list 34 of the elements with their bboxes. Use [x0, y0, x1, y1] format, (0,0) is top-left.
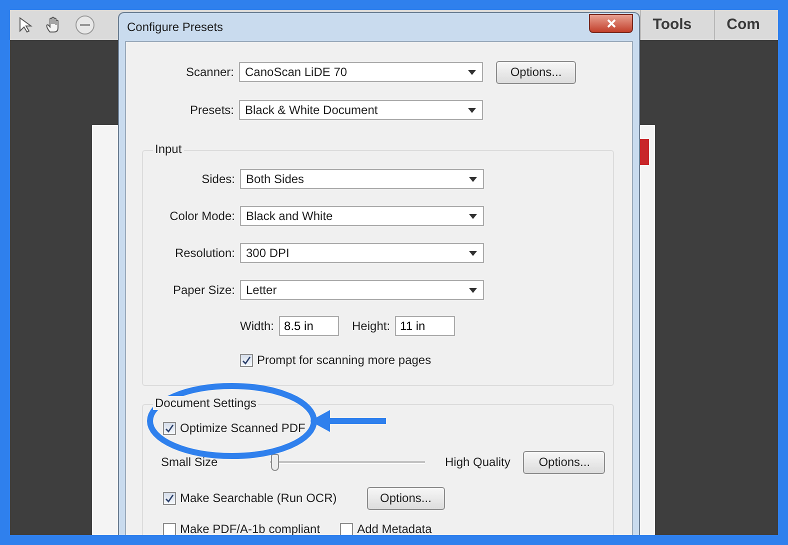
close-icon: [606, 18, 616, 28]
height-field[interactable]: 11 in: [395, 316, 456, 336]
checkbox[interactable]: [163, 522, 176, 535]
dropdown-caret-icon: [469, 250, 477, 256]
checkbox[interactable]: [340, 522, 354, 535]
dropdown-caret-icon: [469, 288, 477, 292]
dropdown[interactable]: 300 DPI: [240, 243, 484, 263]
dropdown-caret-icon: [469, 214, 477, 218]
options-button[interactable]: Options...: [496, 60, 576, 84]
slider-thumb[interactable]: [271, 454, 280, 470]
dropdown[interactable]: Black and White: [240, 206, 484, 226]
scanner-dropdown[interactable]: CanoScan LiDE 70: [239, 62, 483, 82]
dropdown-caret-icon: [468, 70, 476, 74]
group-title: Document Settings: [153, 396, 258, 410]
group-title: Input: [153, 142, 184, 156]
options-button[interactable]: Options...: [523, 450, 606, 474]
checkbox[interactable]: [163, 492, 176, 504]
checkbox[interactable]: [240, 354, 253, 366]
close-button[interactable]: [589, 14, 633, 32]
dropdown-caret-icon: [468, 108, 476, 112]
ocr-checkbox[interactable]: Make Searchable (Run OCR): [163, 491, 337, 505]
quality-slider[interactable]: [268, 454, 427, 470]
prompt-checkbox[interactable]: Prompt for scanning more pages: [240, 353, 432, 367]
presets-dropdown[interactable]: Black & White Document: [239, 100, 483, 120]
options-button[interactable]: Options...: [366, 486, 445, 510]
dropdown[interactable]: Letter: [240, 280, 484, 300]
optimize-checkbox[interactable]: Optimize Scanned PDF: [163, 421, 306, 435]
dropdown-caret-icon: [469, 176, 477, 182]
window-title: Configure Presets: [126, 20, 224, 34]
dropdown[interactable]: Both Sides: [240, 169, 484, 189]
metadata-checkbox[interactable]: Add Metadata: [340, 522, 432, 535]
toolbar-tab[interactable]: Com: [714, 10, 772, 40]
checkbox[interactable]: [163, 422, 176, 434]
width-field[interactable]: 8.5 in: [279, 316, 340, 336]
